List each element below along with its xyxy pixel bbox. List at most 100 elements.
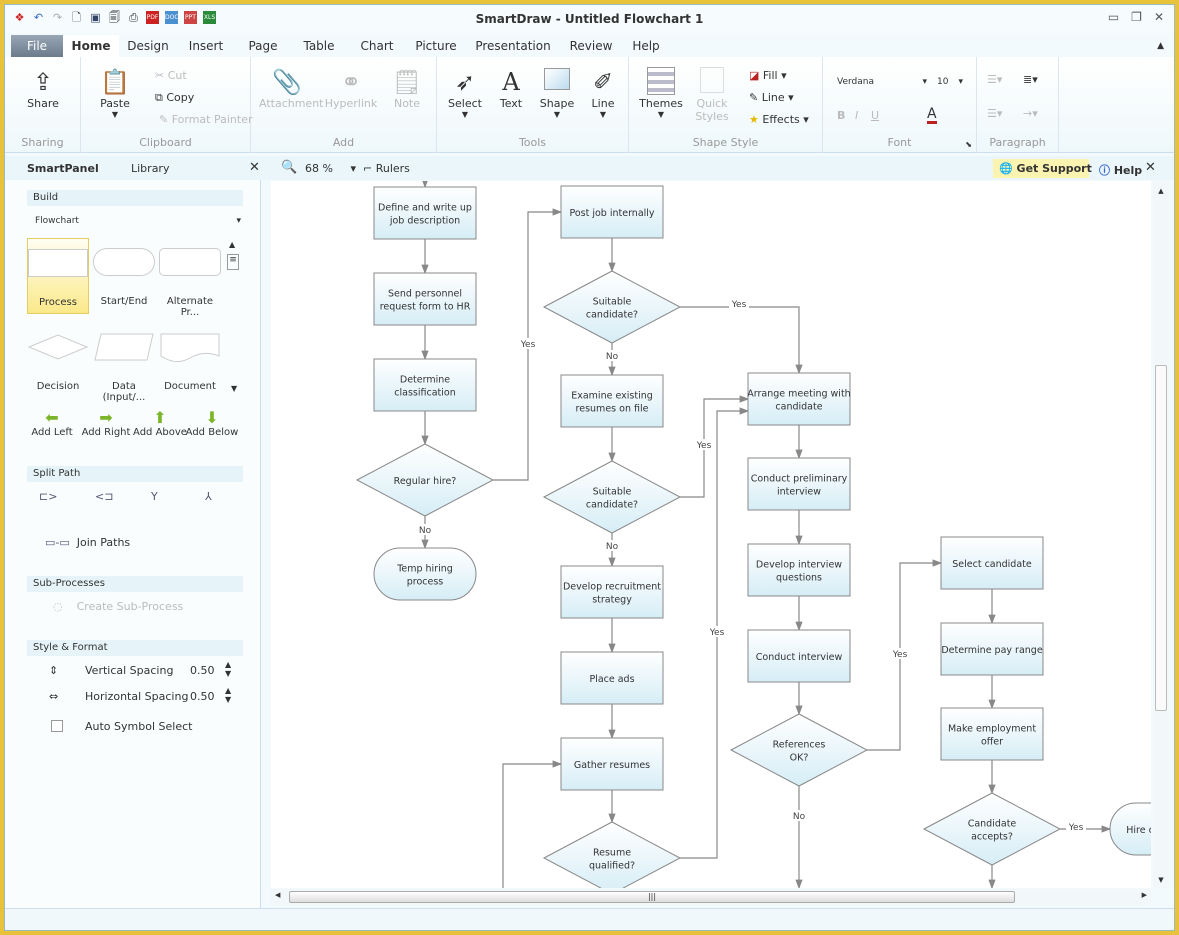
split-up-icon[interactable]: Y: [151, 490, 158, 503]
tab-review[interactable]: Review: [561, 35, 621, 57]
tab-picture[interactable]: Picture: [407, 35, 465, 57]
font-family-select[interactable]: Verdana ▾: [837, 77, 927, 87]
bullets-button[interactable]: ☰▾: [987, 73, 1002, 86]
decision-node[interactable]: Candidate accepts?: [922, 792, 1062, 866]
process-node[interactable]: Place ads: [560, 651, 664, 705]
underline-button[interactable]: U: [871, 109, 879, 122]
italic-button[interactable]: I: [855, 109, 858, 122]
process-node[interactable]: Examine existing resumes on file: [560, 374, 664, 428]
format-painter-button[interactable]: ✎ Format Painter: [159, 113, 253, 126]
auto-symbol-select-checkbox[interactable]: [51, 720, 63, 732]
vertical-scrollbar[interactable]: ▲ ▼: [1153, 181, 1169, 888]
split-left-icon[interactable]: <⊐: [95, 490, 113, 503]
shape-decision[interactable]: Decision: [27, 332, 89, 392]
terminal-node[interactable]: Temp hiring process: [373, 547, 477, 601]
tab-file[interactable]: File: [11, 35, 63, 57]
zoom-icon[interactable]: 🔍: [281, 160, 297, 175]
scroll-up-icon[interactable]: ▲: [1153, 187, 1169, 195]
collapse-ribbon-icon[interactable]: ▲: [1157, 41, 1164, 51]
shapes-scrollbar[interactable]: ≡: [227, 254, 239, 270]
process-node[interactable]: Select candidate: [940, 536, 1044, 590]
add-left-button[interactable]: ⬅ Add Left: [25, 408, 79, 438]
join-paths-button[interactable]: ▭-▭ Join Paths: [45, 536, 130, 549]
font-size-select[interactable]: 10 ▾: [937, 77, 963, 87]
tab-page[interactable]: Page: [235, 35, 291, 57]
themes-button[interactable]: Themes ▼: [633, 67, 689, 119]
split-down-icon[interactable]: ⅄: [205, 490, 212, 503]
vertical-spacing-value[interactable]: 0.50: [190, 664, 215, 677]
tab-library[interactable]: Library: [131, 162, 169, 175]
font-dialog-launcher-icon[interactable]: ⬊: [965, 140, 972, 149]
scroll-left-icon[interactable]: ◀: [275, 891, 280, 899]
library-select[interactable]: Flowchart ▾: [35, 216, 241, 226]
numbering-button[interactable]: ☰▾: [987, 107, 1002, 120]
tab-chart[interactable]: Chart: [347, 35, 407, 57]
process-node[interactable]: Conduct interview: [747, 629, 851, 683]
tab-table[interactable]: Table: [291, 35, 347, 57]
minimize-icon[interactable]: ▭: [1108, 10, 1119, 24]
process-node[interactable]: Determine classification: [373, 358, 477, 412]
shape-data[interactable]: Data (Input/...: [93, 332, 155, 403]
more-shapes-icon[interactable]: ▼: [231, 384, 237, 393]
connector-line[interactable]: [502, 760, 563, 888]
drawing-canvas[interactable]: Define and write up job description Send p…: [271, 181, 1151, 888]
process-node[interactable]: Arrange meeting with candidate: [747, 372, 851, 426]
line-button[interactable]: ✐ Line ▼: [575, 67, 631, 119]
effects-button[interactable]: ★ Effects ▾: [749, 113, 809, 126]
line-style-button[interactable]: ✎ Line ▾: [749, 91, 794, 104]
note-button[interactable]: 🗒 Note: [379, 67, 435, 110]
decision-node[interactable]: Resume qualified?: [542, 821, 682, 888]
font-color-button[interactable]: A: [927, 107, 937, 124]
decision-node[interactable]: Suitable candidate?: [542, 270, 682, 344]
tab-insert[interactable]: Insert: [177, 35, 235, 57]
fill-button[interactable]: ◪ Fill ▾: [749, 69, 787, 82]
horizontal-spacing-value[interactable]: 0.50: [190, 690, 215, 703]
tab-home[interactable]: Home: [63, 35, 119, 57]
process-node[interactable]: Define and write up job description: [373, 186, 477, 240]
decision-node[interactable]: References OK?: [729, 713, 869, 787]
process-node[interactable]: Determine pay range: [940, 622, 1044, 676]
tab-design[interactable]: Design: [119, 35, 177, 57]
split-right-icon[interactable]: ⊏>: [39, 490, 57, 503]
decision-node[interactable]: Regular hire?: [355, 443, 495, 517]
add-right-button[interactable]: ➡ Add Right: [79, 408, 133, 438]
indent-button[interactable]: →▾: [1023, 107, 1038, 120]
connector-line[interactable]: [680, 306, 803, 375]
shape-start-end[interactable]: Start/End: [93, 248, 155, 307]
copy-button[interactable]: ⧉ Copy: [155, 91, 194, 105]
close-icon[interactable]: ✕: [1154, 10, 1164, 24]
process-node[interactable]: Develop interview questions: [747, 543, 851, 597]
hyperlink-button[interactable]: ⚭ Hyperlink: [323, 67, 379, 110]
share-button[interactable]: ⇪ Share: [15, 67, 71, 110]
add-below-button[interactable]: ⬇ Add Below: [185, 408, 239, 438]
tab-presentation[interactable]: Presentation: [465, 35, 561, 57]
decision-node[interactable]: Suitable candidate?: [542, 460, 682, 534]
rulers-button[interactable]: ⌐ Rulers: [363, 162, 410, 175]
terminal-node[interactable]: Hire candidate: [1109, 802, 1151, 856]
horizontal-scrollbar[interactable]: ◀ ||| ▶: [271, 889, 1151, 905]
get-support-button[interactable]: 🌐 Get Support: [993, 159, 1092, 178]
process-node[interactable]: Develop recruitment strategy: [560, 565, 664, 619]
horizontal-scroll-thumb[interactable]: |||: [289, 891, 1015, 903]
zoom-level-select[interactable]: 68 % ▾: [305, 162, 356, 175]
shape-process[interactable]: Process: [27, 238, 89, 314]
process-node[interactable]: Make employment offer: [940, 707, 1044, 761]
attachment-button[interactable]: 📎 Attachment: [259, 67, 324, 110]
align-button[interactable]: ≣▾: [1023, 73, 1038, 86]
tab-help[interactable]: Help: [621, 35, 671, 57]
shape-alternate-process[interactable]: Alternate Pr...: [159, 248, 221, 318]
paste-button[interactable]: 📋 Paste ▼: [87, 67, 143, 119]
bold-button[interactable]: B: [837, 109, 845, 122]
shape-document[interactable]: Document: [159, 332, 221, 392]
process-node[interactable]: Post job internally: [560, 185, 664, 239]
close-help-icon[interactable]: ✕: [1145, 160, 1156, 175]
process-node[interactable]: Send personnel request form to HR: [373, 272, 477, 326]
horizontal-spacing-spinner[interactable]: ▲ ▼: [225, 686, 231, 704]
vertical-spacing-spinner[interactable]: ▲ ▼: [225, 660, 231, 678]
scroll-down-icon[interactable]: ▼: [1153, 876, 1169, 884]
tab-smartpanel[interactable]: SmartPanel: [27, 162, 99, 175]
cut-button[interactable]: ✂ Cut: [155, 69, 187, 82]
scroll-up-icon[interactable]: ▲: [229, 240, 235, 249]
add-above-button[interactable]: ⬆ Add Above: [133, 408, 187, 438]
vertical-scroll-thumb[interactable]: [1155, 365, 1167, 711]
